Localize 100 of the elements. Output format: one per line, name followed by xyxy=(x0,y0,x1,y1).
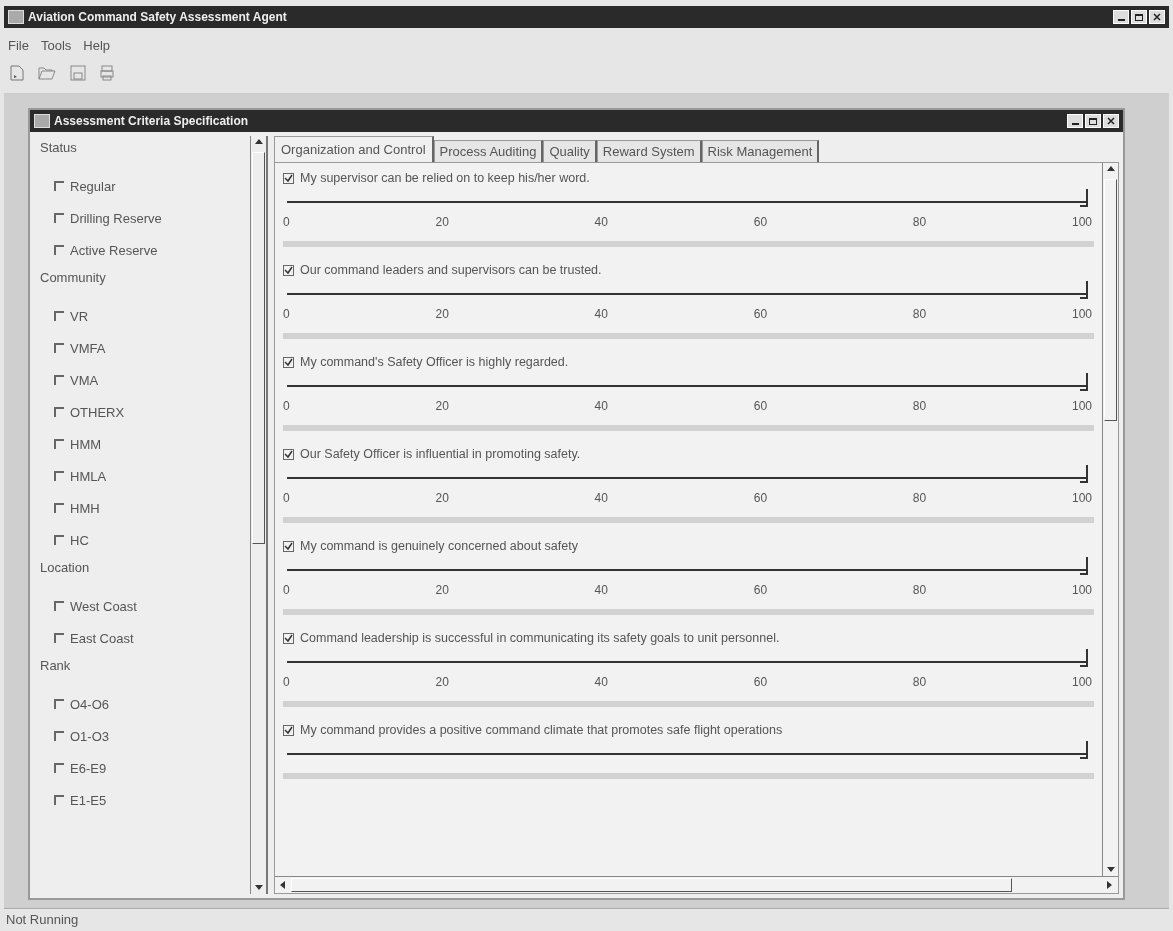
tick-label: 60 xyxy=(753,491,768,505)
tick-label: 60 xyxy=(753,307,768,321)
checkbox[interactable] xyxy=(283,724,294,736)
tick-label: 80 xyxy=(912,399,927,413)
menu-item[interactable]: Tools xyxy=(40,38,72,53)
scroll-down-icon[interactable] xyxy=(254,884,263,892)
checkbox[interactable] xyxy=(54,439,64,449)
tab[interactable]: Process Auditing xyxy=(433,140,544,162)
tick-label: 100 xyxy=(1071,583,1092,597)
slider-thumb[interactable] xyxy=(1080,465,1088,483)
app-icon xyxy=(34,114,50,128)
checkbox[interactable] xyxy=(283,172,294,184)
scroll-down-icon[interactable] xyxy=(1106,866,1115,874)
checkbox[interactable] xyxy=(54,535,64,545)
rating-slider[interactable] xyxy=(287,187,1086,209)
checkbox[interactable] xyxy=(54,213,64,223)
slider-thumb[interactable] xyxy=(1080,649,1088,667)
filter-checkbox[interactable]: HC xyxy=(40,524,244,556)
rating-slider[interactable] xyxy=(287,647,1086,669)
filter-checkbox[interactable]: East Coast xyxy=(40,622,244,654)
scroll-right-icon[interactable] xyxy=(1106,881,1114,889)
tab[interactable]: Organization and Control xyxy=(274,136,434,162)
checkbox[interactable] xyxy=(54,763,64,773)
filter-checkbox[interactable]: OTHERX xyxy=(40,396,244,428)
tick-label: 80 xyxy=(912,583,927,597)
tab[interactable]: Risk Management xyxy=(701,140,820,162)
checkbox[interactable] xyxy=(54,503,64,513)
slider-thumb[interactable] xyxy=(1080,281,1088,299)
menu-item[interactable]: File xyxy=(8,38,29,53)
checkbox[interactable] xyxy=(54,407,64,417)
checkbox[interactable] xyxy=(54,601,64,611)
group-heading: Community xyxy=(40,269,107,287)
group-heading: Status xyxy=(40,139,78,157)
question-checkbox[interactable]: My command's Safety Officer is highly regarded. xyxy=(283,355,1094,369)
question-checkbox[interactable]: Our command leaders and supervisors can be trusted. xyxy=(283,263,1094,277)
filter-checkbox[interactable]: E1-E5 xyxy=(40,784,244,816)
filter-checkbox[interactable]: O1-O3 xyxy=(40,720,244,752)
filter-checkbox[interactable]: HMM xyxy=(40,428,244,460)
maximize-button[interactable] xyxy=(1131,10,1147,24)
rating-slider[interactable] xyxy=(287,739,1086,761)
open-folder-icon[interactable] xyxy=(38,65,56,81)
checkbox[interactable] xyxy=(283,264,294,276)
filter-checkbox[interactable]: VMA xyxy=(40,364,244,396)
close-button[interactable] xyxy=(1103,114,1119,128)
filter-checkbox[interactable]: VR xyxy=(40,300,244,332)
scroll-up-icon[interactable] xyxy=(1106,165,1115,173)
horizontal-scroll-bar[interactable] xyxy=(275,876,1118,893)
filter-checkbox[interactable]: HMLA xyxy=(40,460,244,492)
rating-slider[interactable] xyxy=(287,555,1086,577)
checkbox[interactable] xyxy=(54,375,64,385)
checkbox[interactable] xyxy=(54,343,64,353)
rating-slider[interactable] xyxy=(287,371,1086,393)
slider-thumb[interactable] xyxy=(1080,741,1088,759)
question-checkbox[interactable]: Our Safety Officer is influential in promoting safety. xyxy=(283,447,1094,461)
checkbox[interactable] xyxy=(283,540,294,552)
tick-label: 60 xyxy=(753,399,768,413)
tab[interactable]: Reward System xyxy=(596,140,702,162)
rating-slider[interactable] xyxy=(287,463,1086,485)
minimize-button[interactable] xyxy=(1113,10,1129,24)
filter-checkbox[interactable]: O4-O6 xyxy=(40,688,244,720)
maximize-button[interactable] xyxy=(1085,114,1101,128)
scroll-bar[interactable] xyxy=(1102,163,1118,876)
checkbox[interactable] xyxy=(54,311,64,321)
filter-checkbox[interactable]: Drilling Reserve xyxy=(40,202,244,234)
tab[interactable]: Quality xyxy=(543,140,597,162)
checkbox[interactable] xyxy=(54,471,64,481)
question-checkbox[interactable]: My command is genuinely concerned about safety xyxy=(283,539,1094,553)
filter-checkbox[interactable]: HMH xyxy=(40,492,244,524)
slider-thumb[interactable] xyxy=(1080,189,1088,207)
tick-label: 100 xyxy=(1071,215,1092,229)
checkbox[interactable] xyxy=(54,731,64,741)
checkbox[interactable] xyxy=(54,181,64,191)
checkbox[interactable] xyxy=(54,699,64,709)
slider-thumb[interactable] xyxy=(1080,557,1088,575)
new-file-icon[interactable] xyxy=(10,65,24,81)
checkbox[interactable] xyxy=(283,632,294,644)
checkbox[interactable] xyxy=(54,245,64,255)
filter-checkbox[interactable]: Regular xyxy=(40,170,244,202)
filter-checkbox[interactable]: E6-E9 xyxy=(40,752,244,784)
checkbox[interactable] xyxy=(54,633,64,643)
question-checkbox[interactable]: Command leadership is successful in communicating its safety goals to unit personnel. xyxy=(283,631,1094,645)
filter-checkbox[interactable]: Active Reserve xyxy=(40,234,244,266)
tick-label: 40 xyxy=(594,583,608,597)
menu-item[interactable]: Help xyxy=(83,38,111,53)
tick-label: 80 xyxy=(912,307,927,321)
tick-label: 100 xyxy=(1071,307,1092,321)
checkbox[interactable] xyxy=(283,356,294,368)
checkbox[interactable] xyxy=(54,795,64,805)
close-button[interactable] xyxy=(1149,10,1165,24)
question-checkbox[interactable]: My supervisor can be relied on to keep his/her word. xyxy=(283,171,1094,185)
question-checkbox[interactable]: My command provides a positive command climate that promotes safe flight operations xyxy=(283,723,1094,737)
rating-slider[interactable] xyxy=(287,279,1086,301)
minimize-button[interactable] xyxy=(1067,114,1083,128)
scroll-up-icon[interactable] xyxy=(254,138,263,146)
filter-checkbox[interactable]: West Coast xyxy=(40,590,244,622)
scroll-bar[interactable] xyxy=(250,136,266,894)
slider-thumb[interactable] xyxy=(1080,373,1088,391)
filter-checkbox[interactable]: VMFA xyxy=(40,332,244,364)
checkbox[interactable] xyxy=(283,448,294,460)
scroll-left-icon[interactable] xyxy=(279,881,287,889)
